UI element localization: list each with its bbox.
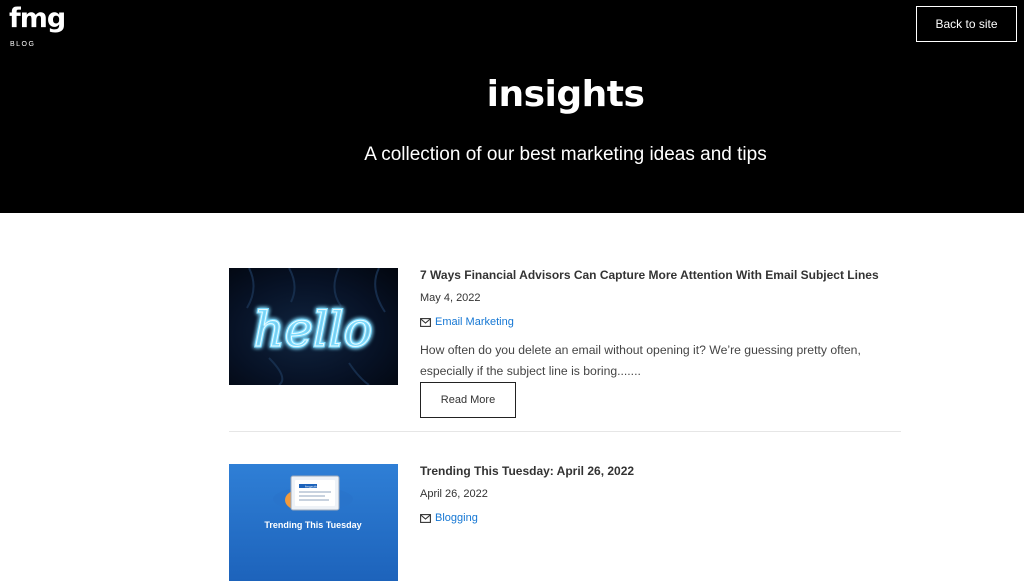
- envelope-icon: [420, 317, 431, 327]
- svg-text:Trending This Tuesday: Trending This Tuesday: [264, 520, 361, 530]
- fmg-blog-logo[interactable]: fmg BLOG: [9, 4, 79, 50]
- blog-post-card: hello hello 7 Ways Financial Advisors Ca…: [229, 264, 901, 432]
- post-thumbnail[interactable]: fmgsuite Trending This Tuesday: [229, 464, 398, 581]
- page-title: insights: [486, 74, 645, 115]
- browser-window-illustration-icon: fmgsuite Trending This Tuesday: [264, 475, 362, 530]
- post-category-label: Email Marketing: [435, 316, 514, 328]
- post-title-link[interactable]: Trending This Tuesday: April 26, 2022: [420, 464, 900, 478]
- logo-subtitle: BLOG: [10, 41, 36, 48]
- post-date: April 26, 2022: [420, 488, 488, 500]
- envelope-icon: [420, 513, 431, 523]
- post-title-link[interactable]: 7 Ways Financial Advisors Can Capture Mo…: [420, 268, 900, 282]
- logo-wordmark: fmg: [9, 3, 66, 34]
- read-more-button[interactable]: Read More: [420, 382, 516, 418]
- post-category-label: Blogging: [435, 512, 478, 524]
- post-excerpt: How often do you delete an email without…: [420, 343, 861, 378]
- post-date: May 4, 2022: [420, 292, 481, 304]
- hero-banner: fmg BLOG Back to site insights A collect…: [0, 0, 1024, 213]
- blog-post-card: fmgsuite Trending This Tuesday Trending …: [229, 460, 901, 581]
- svg-text:fmgsuite: fmgsuite: [305, 484, 318, 488]
- post-category-link[interactable]: Email Marketing: [420, 315, 514, 329]
- page-subtitle: A collection of our best marketing ideas…: [364, 144, 767, 165]
- back-to-site-button[interactable]: Back to site: [916, 6, 1017, 42]
- post-thumbnail[interactable]: hello hello: [229, 268, 398, 385]
- post-category-link[interactable]: Blogging: [420, 511, 478, 525]
- svg-text:hello: hello: [254, 302, 373, 358]
- neon-hello-sign-icon: hello hello: [246, 268, 386, 385]
